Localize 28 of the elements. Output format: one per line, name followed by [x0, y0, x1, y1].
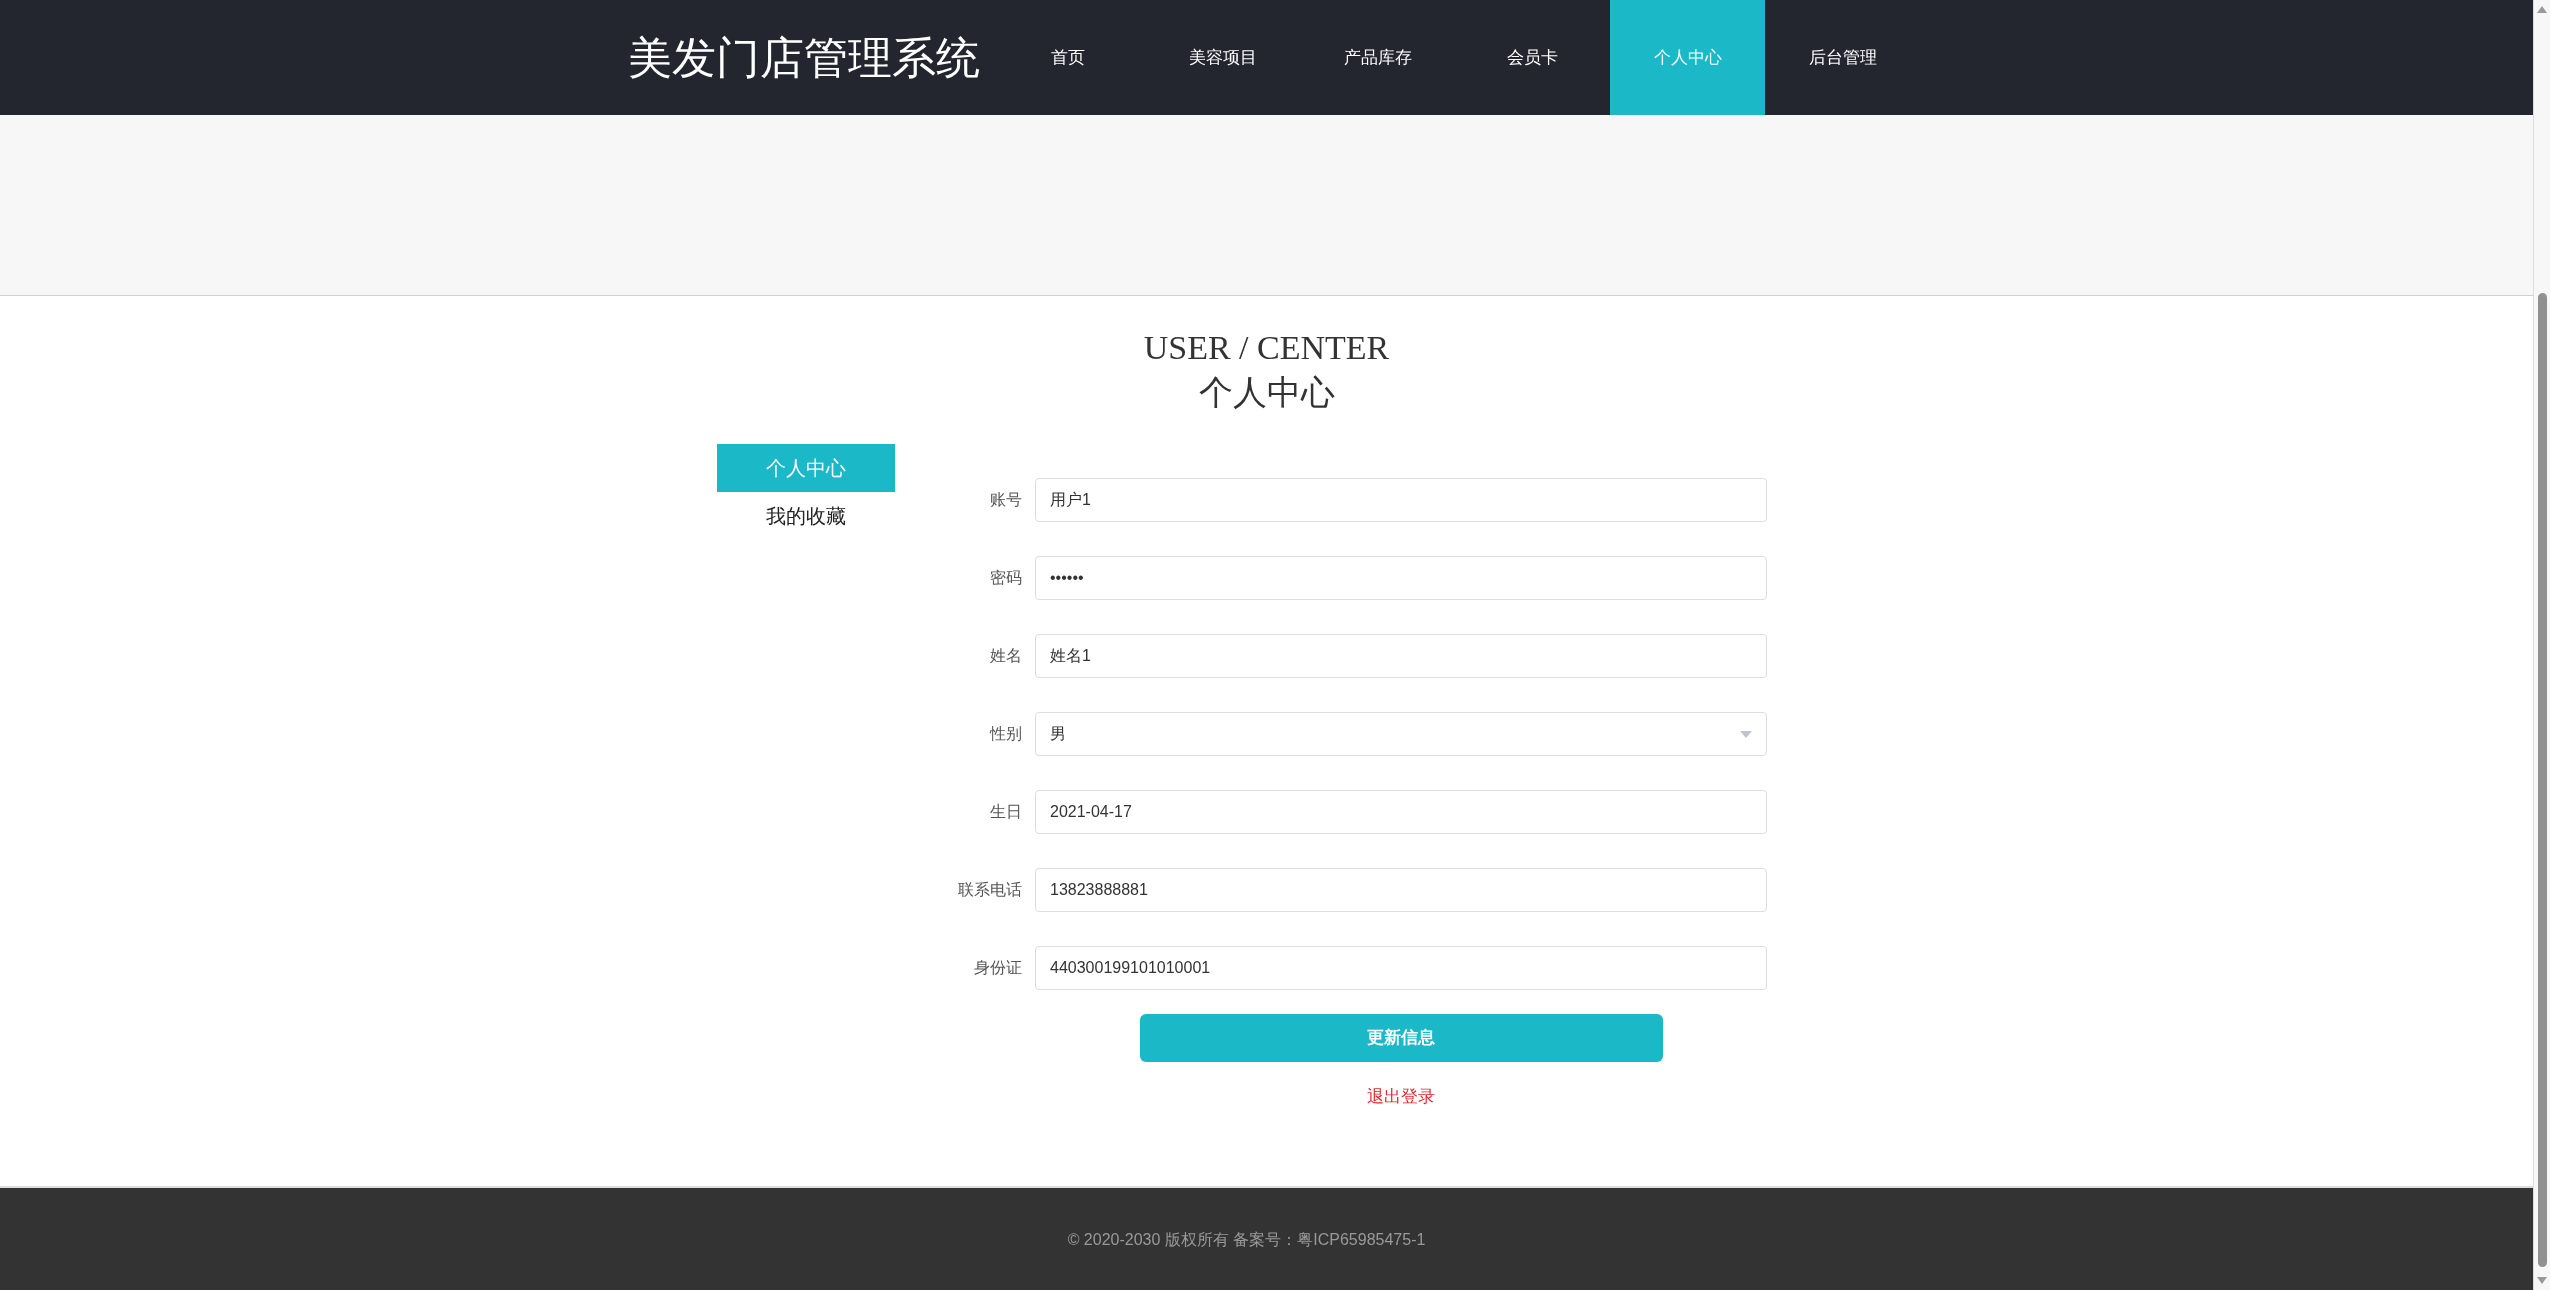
field-label: 生日	[989, 802, 1023, 822]
logout-link[interactable]: 退出登录	[1367, 1084, 1435, 1110]
nav-tab[interactable]: 产品库存	[1300, 0, 1455, 115]
caret-icon	[1740, 730, 1752, 738]
field-label: 性别	[988, 724, 1023, 744]
copyright-text: © 2020-2030 版权所有 备案号：粤ICP65985475-1	[1067, 1230, 1427, 1250]
scroll-down-icon	[2537, 1277, 2547, 1284]
field-label: 姓名	[989, 646, 1023, 666]
text-field[interactable]: 姓名1	[1035, 634, 1767, 678]
text-field[interactable]: 2021-04-17	[1035, 790, 1767, 834]
nav-tab[interactable]: 首页	[990, 0, 1145, 115]
nav-tab[interactable]: 会员卡	[1455, 0, 1610, 115]
gender-select[interactable]: 男	[1035, 712, 1767, 756]
text-field[interactable]: ••••••	[1035, 556, 1767, 600]
field-label: 身份证	[973, 958, 1023, 978]
section-title: USER / CENTER	[1143, 328, 1390, 368]
sidebar-item[interactable]: 我的收藏	[717, 492, 895, 540]
section-subtitle: 个人中心	[1198, 373, 1335, 413]
text-field[interactable]: 440300199101010001	[1035, 946, 1767, 990]
field-label: 账号	[989, 490, 1023, 510]
nav-tab[interactable]: 后台管理	[1765, 0, 1920, 115]
field-label: 联系电话	[957, 880, 1023, 900]
text-field[interactable]: 用户1	[1035, 478, 1767, 522]
field-label: 密码	[989, 568, 1023, 588]
text-field[interactable]: 13823888881	[1035, 868, 1767, 912]
nav-tab[interactable]: 美容项目	[1145, 0, 1300, 115]
scroll-up-icon	[2537, 6, 2547, 13]
site-title: 美发门店管理系统	[628, 31, 981, 84]
